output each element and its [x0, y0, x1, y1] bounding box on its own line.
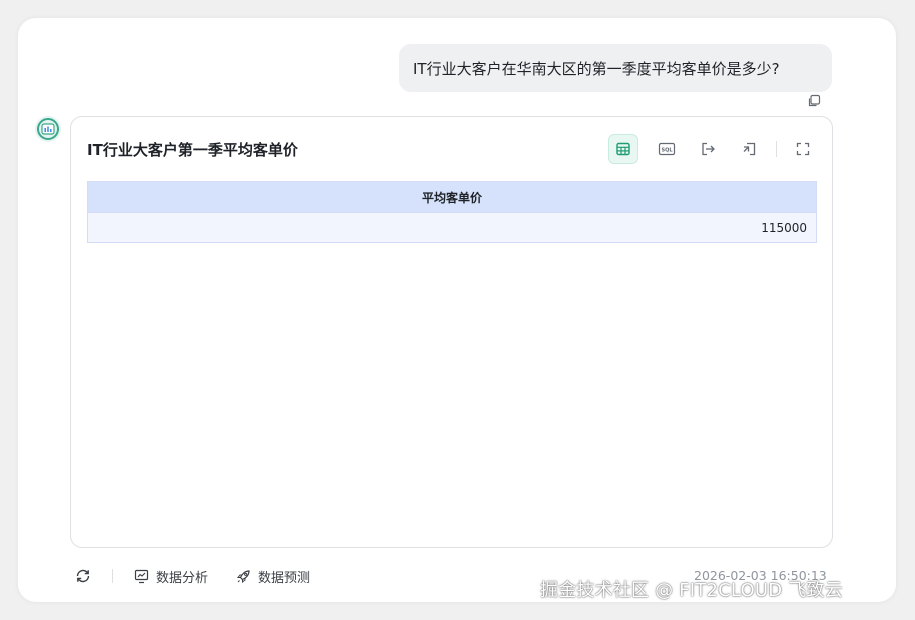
monitor-chart-icon	[134, 569, 149, 583]
refresh-icon	[76, 569, 90, 583]
table-icon	[616, 142, 630, 156]
add-to-dashboard-icon	[743, 142, 756, 156]
answer-card: IT行业大客户第一季平均客单价 SQL 平均客单价 115000	[70, 116, 833, 548]
copy-icon[interactable]	[807, 93, 821, 107]
fullscreen-button[interactable]	[788, 134, 818, 164]
rocket-icon	[236, 569, 250, 583]
data-prediction-label: 数据预测	[258, 570, 311, 586]
sql-button[interactable]: SQL	[652, 134, 682, 164]
data-analysis-button[interactable]: 数据分析	[134, 566, 208, 586]
add-to-dashboard-button[interactable]	[734, 134, 764, 164]
user-message-text: IT行业大客户在华南大区的第一季度平均客单价是多少?	[413, 59, 780, 78]
export-icon	[702, 142, 715, 156]
user-message-bubble: IT行业大客户在华南大区的第一季度平均客单价是多少?	[399, 44, 832, 92]
card-title: IT行业大客户第一季平均客单价	[87, 141, 298, 159]
table-view-button[interactable]	[608, 134, 638, 164]
footer-divider	[112, 569, 113, 583]
toolbar-divider	[776, 141, 777, 157]
assistant-avatar	[35, 116, 61, 142]
data-analysis-label: 数据分析	[156, 570, 209, 586]
data-prediction-button[interactable]: 数据预测	[236, 566, 310, 586]
fullscreen-icon	[796, 142, 810, 156]
sql-icon-label: SQL	[661, 147, 673, 153]
chat-window: IT行业大客户在华南大区的第一季度平均客单价是多少? IT行业大客户第一季平均客…	[18, 18, 896, 602]
export-button[interactable]	[693, 134, 723, 164]
result-table: 平均客单价 115000	[87, 181, 817, 243]
sql-icon: SQL	[658, 142, 676, 156]
watermark: 掘金技术社区 @ FIT2CLOUD 飞致云	[540, 580, 843, 601]
table-cell: 115000	[88, 212, 816, 242]
bot-logo-icon	[37, 118, 59, 140]
regenerate-button[interactable]	[74, 567, 92, 585]
table-header-cell: 平均客单价	[88, 182, 816, 212]
